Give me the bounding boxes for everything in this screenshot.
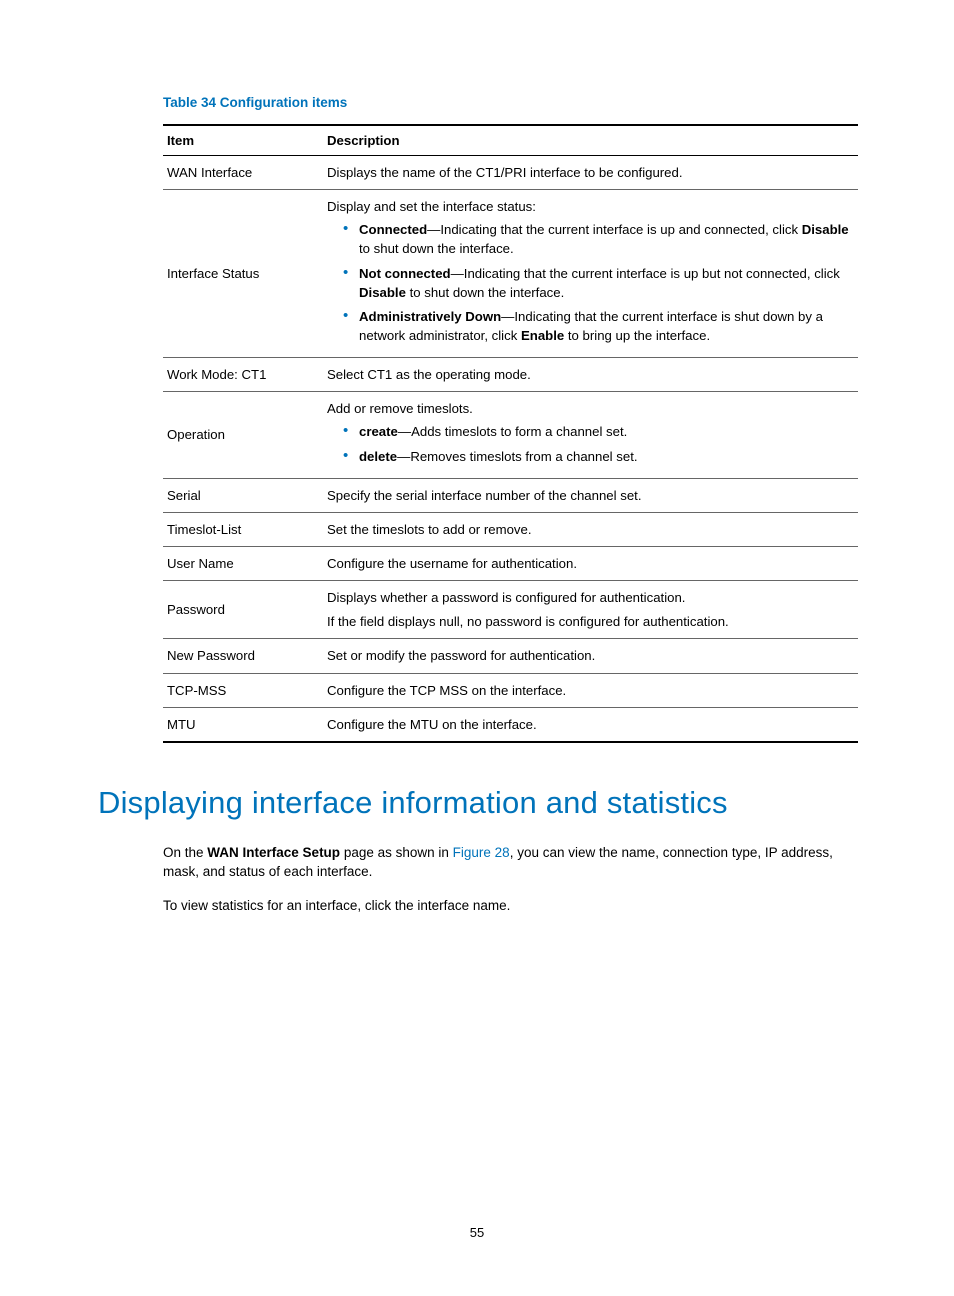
bold-term: Not connected <box>359 266 451 281</box>
text: to shut down the interface. <box>406 285 564 300</box>
table-row: Password Displays whether a password is … <box>163 581 858 639</box>
bullet-item: Connected—Indicating that the current in… <box>343 220 850 258</box>
item-cell: Work Mode: CT1 <box>163 358 323 392</box>
header-item: Item <box>163 125 323 156</box>
table-row: Operation Add or remove timeslots. creat… <box>163 392 858 478</box>
table-row: Interface Status Display and set the int… <box>163 190 858 358</box>
desc-cell: Configure the MTU on the interface. <box>323 707 858 742</box>
item-cell: Serial <box>163 478 323 512</box>
item-cell: WAN Interface <box>163 156 323 190</box>
body-paragraph: To view statistics for an interface, cli… <box>163 896 856 916</box>
desc-cell: Display and set the interface status: Co… <box>323 190 858 358</box>
item-cell: MTU <box>163 707 323 742</box>
text: —Indicating that the current interface i… <box>451 266 840 281</box>
desc-cell: Displays the name of the CT1/PRI interfa… <box>323 156 858 190</box>
config-items-table: Item Description WAN Interface Displays … <box>163 124 858 743</box>
desc-cell: Specify the serial interface number of t… <box>323 478 858 512</box>
text: to bring up the interface. <box>564 328 710 343</box>
bold-term: delete <box>359 449 397 464</box>
desc-cell: Add or remove timeslots. create—Adds tim… <box>323 392 858 478</box>
desc-cell: Configure the TCP MSS on the interface. <box>323 673 858 707</box>
desc-cell: Set or modify the password for authentic… <box>323 639 858 673</box>
bold-term: WAN Interface Setup <box>207 845 340 860</box>
password-line1: Displays whether a password is configure… <box>327 588 850 607</box>
item-cell: User Name <box>163 546 323 580</box>
bold-term: create <box>359 424 398 439</box>
bullet-item: delete—Removes timeslots from a channel … <box>343 447 850 466</box>
bullet-item: Administratively Down—Indicating that th… <box>343 307 850 345</box>
table-row: Serial Specify the serial interface numb… <box>163 478 858 512</box>
password-line2: If the field displays null, no password … <box>327 612 850 631</box>
table-row: User Name Configure the username for aut… <box>163 546 858 580</box>
table-row: Timeslot-List Set the timeslots to add o… <box>163 512 858 546</box>
table-row: Work Mode: CT1 Select CT1 as the operati… <box>163 358 858 392</box>
section-heading: Displaying interface information and sta… <box>98 785 856 821</box>
figure-reference-link[interactable]: Figure 28 <box>453 845 510 860</box>
item-cell: Operation <box>163 392 323 478</box>
table-row: MTU Configure the MTU on the interface. <box>163 707 858 742</box>
text: —Removes timeslots from a channel set. <box>397 449 637 464</box>
text: to shut down the interface. <box>359 241 514 256</box>
text: —Adds timeslots to form a channel set. <box>398 424 627 439</box>
table-row: TCP-MSS Configure the TCP MSS on the int… <box>163 673 858 707</box>
bullet-item: create—Adds timeslots to form a channel … <box>343 422 850 441</box>
table-row: WAN Interface Displays the name of the C… <box>163 156 858 190</box>
bullet-item: Not connected—Indicating that the curren… <box>343 264 850 302</box>
table-header-row: Item Description <box>163 125 858 156</box>
text: —Indicating that the current interface i… <box>427 222 802 237</box>
desc-cell: Configure the username for authenticatio… <box>323 546 858 580</box>
text: On the <box>163 845 207 860</box>
desc-cell: Set the timeslots to add or remove. <box>323 512 858 546</box>
bold-term: Administratively Down <box>359 309 501 324</box>
bold-term: Connected <box>359 222 427 237</box>
operation-intro: Add or remove timeslots. <box>327 401 473 416</box>
text: page as shown in <box>340 845 453 860</box>
page-number: 55 <box>0 1225 954 1240</box>
item-cell: TCP-MSS <box>163 673 323 707</box>
bold-term: Disable <box>359 285 406 300</box>
desc-cell: Select CT1 as the operating mode. <box>323 358 858 392</box>
table-caption: Table 34 Configuration items <box>163 95 856 110</box>
item-cell: Password <box>163 581 323 639</box>
bold-term: Disable <box>802 222 849 237</box>
header-description: Description <box>323 125 858 156</box>
desc-cell: Displays whether a password is configure… <box>323 581 858 639</box>
body-paragraph: On the WAN Interface Setup page as shown… <box>163 843 856 882</box>
item-cell: Interface Status <box>163 190 323 358</box>
status-intro: Display and set the interface status: <box>327 199 536 214</box>
item-cell: Timeslot-List <box>163 512 323 546</box>
bold-term: Enable <box>521 328 564 343</box>
table-row: New Password Set or modify the password … <box>163 639 858 673</box>
item-cell: New Password <box>163 639 323 673</box>
